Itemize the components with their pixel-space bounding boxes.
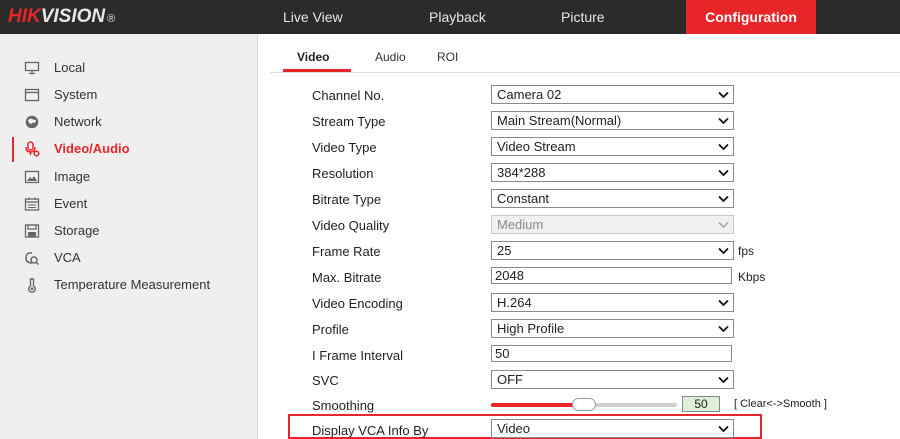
chevron-down-icon: [718, 117, 729, 125]
frame-rate-label: Frame Rate: [312, 244, 381, 259]
tab-audio[interactable]: Audio: [375, 50, 406, 64]
video-quality-select: Medium: [491, 215, 734, 234]
sidebar-item-label: Local: [54, 60, 86, 75]
smoothing-slider-fill: [491, 403, 584, 407]
channel-no-value: Camera 02: [497, 87, 562, 102]
tab-divider: [270, 72, 900, 73]
max-bitrate-unit: Kbps: [738, 270, 766, 284]
frame-rate-value: 25: [497, 243, 512, 258]
max-bitrate-input[interactable]: [491, 267, 732, 284]
sidebar-item-image[interactable]: Image: [0, 164, 258, 191]
sidebar-item-network[interactable]: Network: [0, 109, 258, 136]
display-vca-info-select[interactable]: Video: [491, 419, 734, 438]
chevron-down-icon: [718, 299, 729, 307]
monitor-icon: [24, 61, 40, 75]
sidebar-item-label: VCA: [54, 250, 81, 265]
resolution-select[interactable]: 384*288: [491, 163, 734, 182]
profile-label: Profile: [312, 322, 349, 337]
tab-video[interactable]: Video: [297, 50, 329, 64]
globe-icon: [25, 115, 39, 129]
display-vca-info-value: Video: [497, 421, 531, 436]
sidebar-item-event[interactable]: Event: [0, 191, 258, 218]
video-encoding-label: Video Encoding: [312, 296, 403, 311]
brand-registered-mark: ®: [107, 13, 116, 25]
storage-icon: [24, 224, 40, 238]
chevron-down-icon: [718, 325, 729, 333]
temperature-icon: [28, 278, 36, 293]
chevron-down-icon: [718, 195, 729, 203]
sidebar-item-label: Network: [54, 114, 102, 129]
stream-type-label: Stream Type: [312, 114, 386, 129]
channel-no-label: Channel No.: [312, 88, 385, 103]
vca-icon: [25, 252, 40, 266]
sidebar-item-label: System: [54, 87, 98, 102]
channel-no-select[interactable]: Camera 02: [491, 85, 734, 104]
svc-label: SVC: [312, 373, 339, 388]
svc-select[interactable]: OFF: [491, 370, 734, 389]
brand-name-light: VISION: [40, 6, 106, 27]
max-bitrate-label: Max. Bitrate: [312, 270, 382, 285]
svc-value: OFF: [497, 372, 523, 387]
nav-playback[interactable]: Playback: [429, 0, 486, 34]
frame-rate-unit: fps: [738, 244, 755, 258]
chevron-down-icon: [718, 247, 729, 255]
chevron-down-icon: [718, 169, 729, 177]
nav-live-view[interactable]: Live View: [283, 0, 343, 34]
smoothing-value-box: 50: [682, 396, 720, 412]
stream-type-select[interactable]: Main Stream(Normal): [491, 111, 734, 130]
resolution-label: Resolution: [312, 166, 374, 181]
display-vca-info-label: Display VCA Info By: [312, 423, 429, 438]
sidebar-item-label: Video/Audio: [54, 141, 130, 156]
resolution-value: 384*288: [497, 165, 546, 180]
sidebar-item-temperature-measurement[interactable]: Temperature Measurement: [0, 272, 258, 299]
chevron-down-icon: [718, 91, 729, 99]
sidebar: Local System Network Video/Audio Image E…: [0, 34, 258, 439]
brand-logo: HIK VISION ®: [8, 6, 115, 28]
sidebar-item-local[interactable]: Local: [0, 55, 258, 82]
image-icon: [24, 170, 40, 184]
sidebar-item-vca[interactable]: VCA: [0, 245, 258, 272]
chevron-down-icon: [718, 221, 729, 229]
top-bar: HIK VISION ® Live View Playback Picture Co…: [0, 0, 900, 34]
profile-select[interactable]: High Profile: [491, 319, 734, 338]
calendar-icon: [24, 197, 40, 211]
sidebar-item-label: Temperature Measurement: [54, 277, 211, 292]
frame-rate-select[interactable]: 25: [491, 241, 734, 260]
video-encoding-select[interactable]: H.264: [491, 293, 734, 312]
video-encoding-value: H.264: [497, 295, 532, 310]
nav-configuration[interactable]: Configuration: [686, 0, 816, 34]
i-frame-interval-input[interactable]: [491, 345, 732, 362]
i-frame-interval-label: I Frame Interval: [312, 348, 404, 363]
nav-picture[interactable]: Picture: [561, 0, 605, 34]
bitrate-type-value: Constant: [497, 191, 550, 206]
profile-value: High Profile: [497, 321, 565, 336]
sidebar-item-label: Image: [54, 169, 91, 184]
stream-type-value: Main Stream(Normal): [497, 113, 622, 128]
video-type-label: Video Type: [312, 140, 377, 155]
tab-roi[interactable]: ROI: [437, 50, 458, 64]
video-type-select[interactable]: Video Stream: [491, 137, 734, 156]
video-audio-icon: [25, 141, 40, 157]
smoothing-slider[interactable]: [491, 398, 677, 411]
video-quality-value: Medium: [497, 217, 544, 232]
sidebar-item-label: Storage: [54, 223, 100, 238]
smoothing-hint: [ Clear<->Smooth ]: [734, 398, 827, 410]
video-type-value: Video Stream: [497, 139, 576, 154]
sidebar-item-system[interactable]: System: [0, 82, 258, 109]
chevron-down-icon: [718, 376, 729, 384]
sidebar-item-label: Event: [54, 196, 88, 211]
system-icon: [24, 88, 40, 102]
sidebar-item-storage[interactable]: Storage: [0, 218, 258, 245]
smoothing-label: Smoothing: [312, 398, 375, 413]
video-quality-label: Video Quality: [312, 218, 390, 233]
brand-name-red: HIK: [8, 6, 41, 27]
bitrate-type-select[interactable]: Constant: [491, 189, 734, 208]
chevron-down-icon: [718, 425, 729, 433]
chevron-down-icon: [718, 143, 729, 151]
sidebar-item-video-audio[interactable]: Video/Audio: [0, 136, 258, 163]
bitrate-type-label: Bitrate Type: [312, 192, 382, 207]
smoothing-slider-thumb[interactable]: [572, 398, 596, 411]
